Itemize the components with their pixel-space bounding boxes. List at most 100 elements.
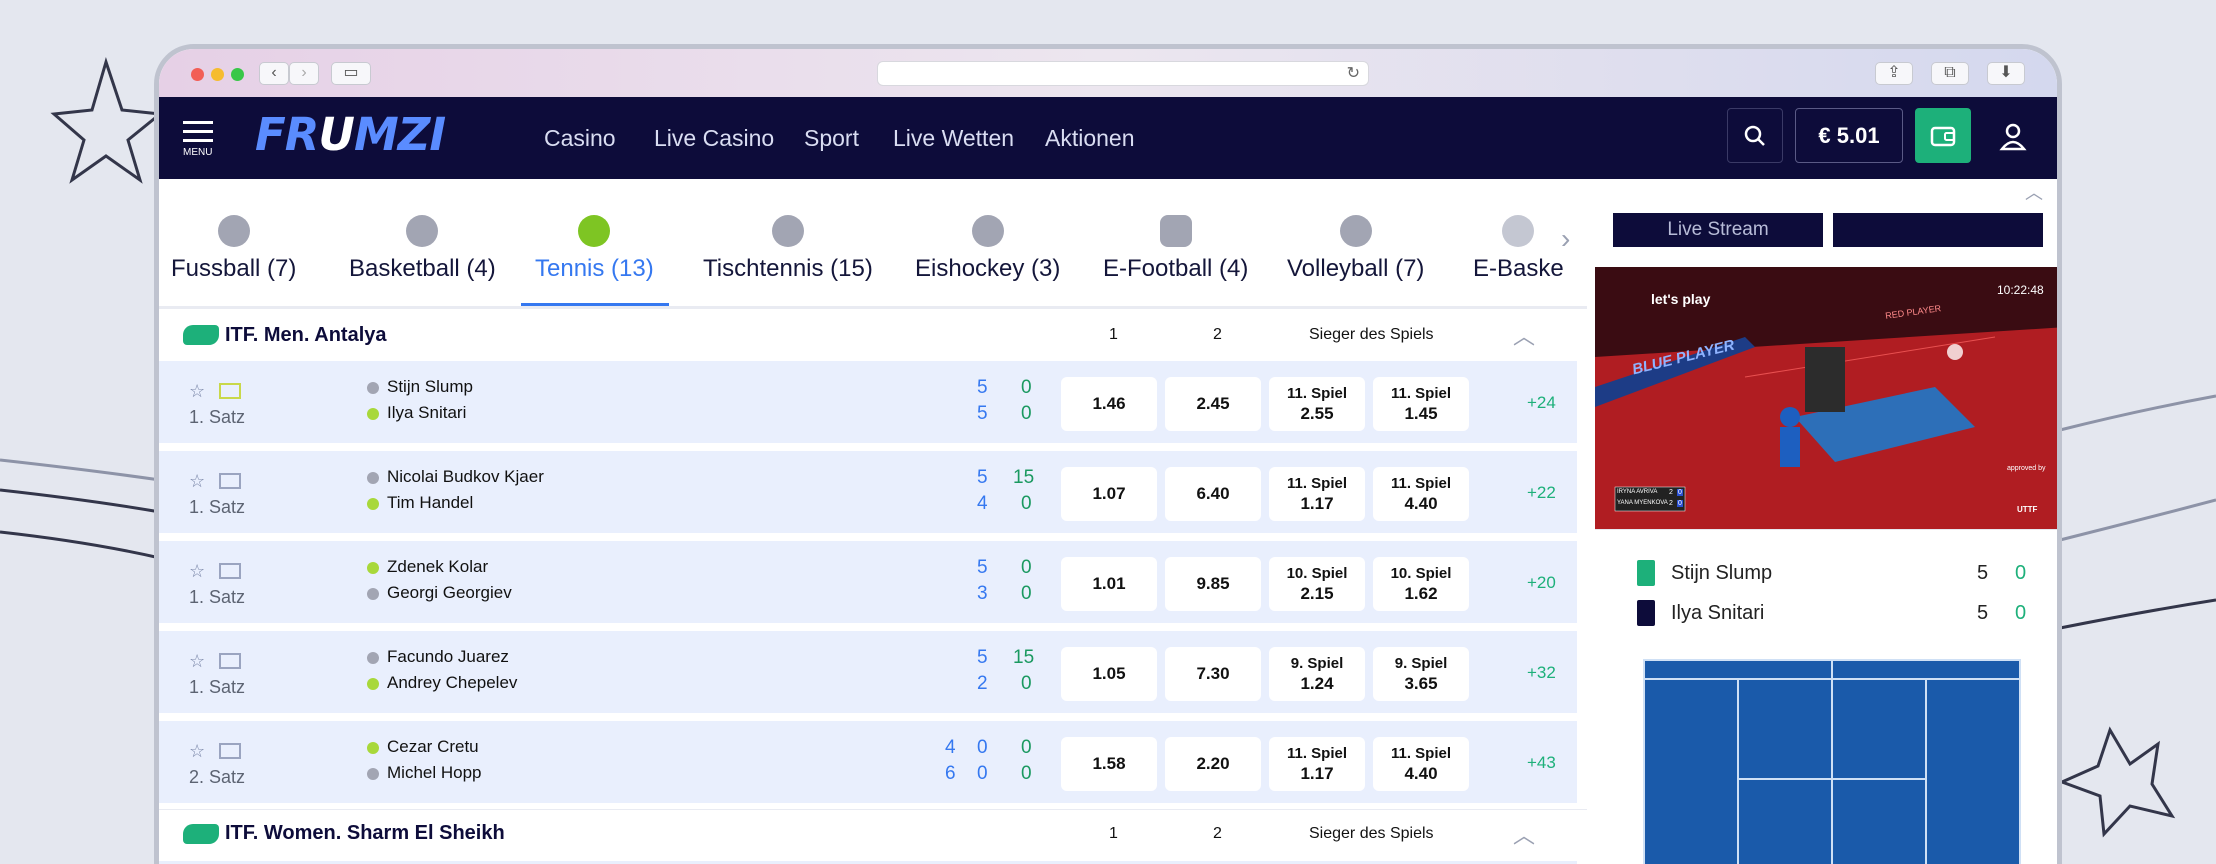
odd-button-2[interactable]: 2.45: [1165, 377, 1261, 431]
tab-e-football[interactable]: E-Football (4): [1103, 215, 1248, 283]
tab-fussball[interactable]: Fussball (7): [171, 215, 296, 283]
account-button[interactable]: [1985, 108, 2041, 163]
tab-eishockey[interactable]: Eishockey (3): [915, 215, 1060, 283]
chevron-up-icon[interactable]: ︿: [1513, 319, 1535, 351]
winner-odd-button-2[interactable]: 9. Spiel 3.65: [1373, 647, 1469, 701]
odd-button-1[interactable]: 1.46: [1061, 377, 1157, 431]
serve-indicator-icon: [367, 381, 379, 394]
odd-1-value: 1.05: [1092, 664, 1126, 683]
game-label: 10. Spiel: [1286, 565, 1348, 582]
odd-button-1[interactable]: 1.07: [1061, 467, 1157, 521]
nav-casino[interactable]: Casino: [544, 125, 616, 152]
more-markets-link[interactable]: +22: [1527, 483, 1556, 503]
winner-odd-button-1[interactable]: 11. Spiel 1.17: [1269, 467, 1365, 521]
tab-tennis-label: Tennis (13): [535, 255, 654, 282]
wallet-button[interactable]: [1915, 108, 1971, 163]
balance-button[interactable]: € 5.01: [1795, 108, 1903, 163]
odd-button-2[interactable]: 2.20: [1165, 737, 1261, 791]
maximize-window-dot[interactable]: [231, 68, 244, 81]
scoreboard-icon[interactable]: [219, 473, 241, 489]
nav-sport[interactable]: Sport: [804, 125, 859, 152]
winner-odd-2-value: 4.40: [1404, 764, 1438, 783]
chevron-right-icon[interactable]: ›: [1561, 223, 1570, 255]
player-2-name: Ilya Snitari: [387, 403, 467, 422]
col-header-winner: Sieger des Spiels: [1309, 326, 1434, 343]
user-icon: [1999, 123, 2027, 150]
favorite-star-icon[interactable]: ☆: [189, 741, 205, 762]
tab-basketball[interactable]: Basketball (4): [349, 215, 496, 283]
menu-button[interactable]: MENU: [183, 119, 217, 158]
video-clock: 10:22:48: [1997, 283, 2044, 297]
close-window-dot[interactable]: [191, 68, 204, 81]
odd-1-value: 1.01: [1092, 574, 1126, 593]
more-markets-link[interactable]: +24: [1527, 393, 1556, 413]
scoreboard-icon[interactable]: [219, 563, 241, 579]
winner-odd-button-2[interactable]: 11. Spiel 4.40: [1373, 467, 1469, 521]
serve-indicator-icon: [367, 407, 379, 420]
match-row[interactable]: ☆ 1. Satz Nicolai Budkov Kjaer Tim Hande…: [159, 451, 1577, 533]
address-bar[interactable]: ↻: [877, 61, 1369, 86]
scoreboard-icon[interactable]: [219, 653, 241, 669]
player-2-name: Georgi Georgiev: [387, 583, 512, 602]
winner-odd-button-1[interactable]: 10. Spiel 2.15: [1269, 557, 1365, 611]
winner-odd-button-1[interactable]: 11. Spiel 1.17: [1269, 737, 1365, 791]
odd-button-1[interactable]: 1.01: [1061, 557, 1157, 611]
odd-1-value: 1.46: [1092, 394, 1126, 413]
odd-button-2[interactable]: 7.30: [1165, 647, 1261, 701]
favorite-star-icon[interactable]: ☆: [189, 651, 205, 672]
scoreboard-icon[interactable]: [219, 743, 241, 759]
favorite-star-icon[interactable]: ☆: [189, 381, 205, 402]
tab-tennis[interactable]: Tennis (13): [535, 215, 654, 283]
tab-match-tracker[interactable]: [1833, 213, 2043, 247]
more-markets-link[interactable]: +32: [1527, 663, 1556, 683]
winner-odd-button-1[interactable]: 11. Spiel 2.55: [1269, 377, 1365, 431]
winner-odd-button-2[interactable]: 10. Spiel 1.62: [1373, 557, 1469, 611]
more-markets-link[interactable]: +20: [1527, 573, 1556, 593]
match-set: 2. Satz: [189, 767, 246, 787]
chevron-up-icon[interactable]: ︿: [1513, 818, 1535, 850]
site-logo[interactable]: FRUMZI: [255, 112, 446, 157]
scoreboard-icon[interactable]: [219, 383, 241, 399]
odd-button-1[interactable]: 1.05: [1061, 647, 1157, 701]
table-tennis-icon: [771, 215, 804, 247]
sidebar-toggle-icon[interactable]: ▭: [331, 62, 371, 85]
forward-icon[interactable]: ›: [289, 62, 319, 85]
download-icon[interactable]: ⬇: [1987, 62, 2025, 85]
search-button[interactable]: [1727, 108, 1783, 163]
back-icon[interactable]: ‹: [259, 62, 289, 85]
tab-live-stream[interactable]: Live Stream: [1613, 213, 1823, 247]
p1-set-score: 5: [977, 557, 988, 578]
nav-live-wetten[interactable]: Live Wetten: [893, 125, 1014, 152]
match-row[interactable]: ☆ 2. Satz Cezar Cretu Michel Hopp 4 0 0 …: [159, 721, 1577, 803]
match-row[interactable]: ☆ 1. Satz Facundo Juarez Andrey Chepelev…: [159, 631, 1577, 713]
minimize-window-dot[interactable]: [211, 68, 224, 81]
match-row[interactable]: ☆ 1. Satz Zdenek Kolar Georgi Georgiev 5…: [159, 541, 1577, 623]
tab-tischtennis[interactable]: Tischtennis (15): [703, 215, 873, 283]
winner-odd-button-2[interactable]: 11. Spiel 1.45: [1373, 377, 1469, 431]
live-video-player[interactable]: let's play 10:22:48 BLUE PLAYER RED PLAY…: [1595, 267, 2057, 529]
nav-aktionen[interactable]: Aktionen: [1045, 125, 1135, 152]
odd-button-2[interactable]: 9.85: [1165, 557, 1261, 611]
league-header[interactable]: ITF. Women. Sharm El Sheikh 1 2 Sieger d…: [159, 809, 1587, 857]
p1-game-score: 0: [1021, 557, 1032, 578]
game-label: 11. Spiel: [1286, 745, 1348, 762]
winner-odd-button-2[interactable]: 11. Spiel 4.40: [1373, 737, 1469, 791]
odd-2-value: 2.20: [1196, 754, 1230, 773]
tab-e-basketball[interactable]: E-Baske: [1473, 215, 1564, 283]
league-header[interactable]: ITF. Men. Antalya 1 2 Sieger des Spiels …: [159, 311, 1587, 359]
tabs-icon[interactable]: ⧉: [1931, 62, 1969, 85]
favorite-star-icon[interactable]: ☆: [189, 471, 205, 492]
favorite-star-icon[interactable]: ☆: [189, 561, 205, 582]
winner-odd-button-1[interactable]: 9. Spiel 1.24: [1269, 647, 1365, 701]
p2-set-score: 4: [977, 493, 988, 514]
share-icon[interactable]: ⇪: [1875, 62, 1913, 85]
tab-volleyball[interactable]: Volleyball (7): [1287, 215, 1424, 283]
odd-button-1[interactable]: 1.58: [1061, 737, 1157, 791]
reload-icon[interactable]: ↻: [1347, 63, 1360, 83]
more-markets-link[interactable]: +43: [1527, 753, 1556, 773]
odd-button-2[interactable]: 6.40: [1165, 467, 1261, 521]
collapse-chevron-icon[interactable]: ︿: [2025, 179, 2043, 205]
odd-1-value: 1.58: [1092, 754, 1126, 773]
nav-live-casino[interactable]: Live Casino: [654, 125, 774, 152]
match-row[interactable]: ☆ 1. Satz Stijn Slump Ilya Snitari 5 0 5…: [159, 361, 1577, 443]
